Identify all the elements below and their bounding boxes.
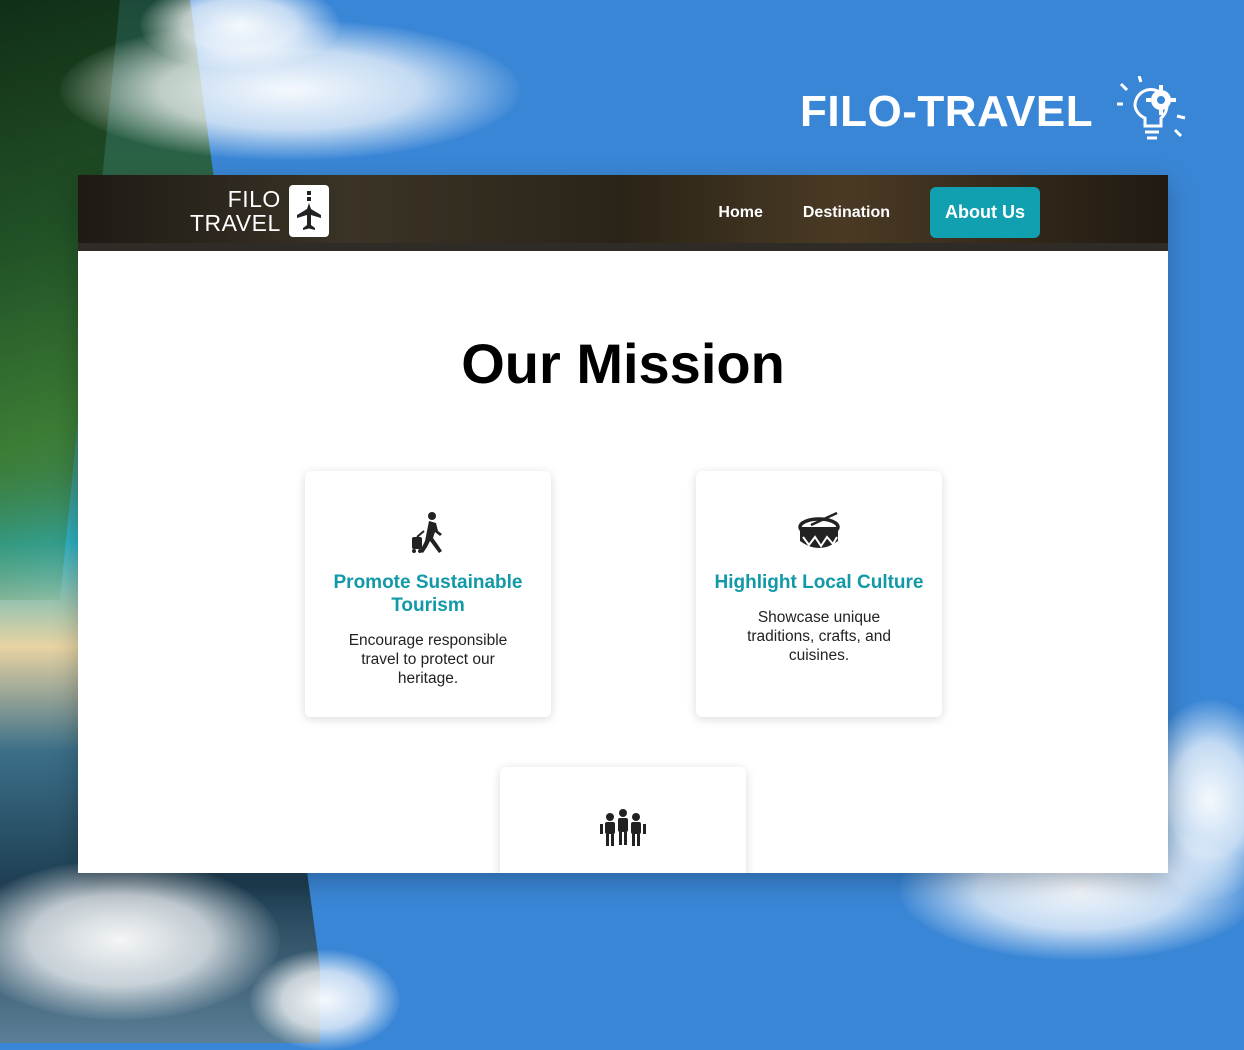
card-title: Highlight Local Culture bbox=[714, 572, 924, 593]
nav-links: Home Destination About Us bbox=[718, 187, 1040, 238]
nav-home-link[interactable]: Home bbox=[718, 204, 762, 222]
mission-card: Highlight Local Culture Showcase unique … bbox=[696, 471, 942, 717]
nav-destination-link[interactable]: Destination bbox=[803, 204, 890, 222]
card-description: Encourage responsible travel to protect … bbox=[348, 632, 508, 687]
mission-card bbox=[500, 767, 746, 873]
airplane-badge-icon bbox=[288, 185, 329, 237]
logo-line-1: FILO bbox=[227, 186, 281, 212]
cloud-decoration bbox=[250, 950, 400, 1050]
card-description: Showcase unique traditions, crafts, and … bbox=[747, 609, 891, 664]
community-people-icon bbox=[600, 809, 646, 846]
card-title: Promote Sustainable Tourism bbox=[333, 572, 523, 616]
navbar: FILO TRAVEL Home Destination About Us bbox=[78, 175, 1168, 251]
page-title: Our Mission bbox=[461, 332, 785, 395]
brand-name: FILO-TRAVEL bbox=[800, 87, 1094, 136]
logo-line-2: TRAVEL bbox=[190, 210, 281, 236]
mission-section: Our Mission Promote Sustainable Tourism … bbox=[78, 251, 1168, 873]
mission-card: Promote Sustainable Tourism Encourage re… bbox=[305, 471, 551, 717]
traveler-with-luggage-icon bbox=[412, 512, 442, 553]
brand-header: FILO-TRAVEL bbox=[800, 76, 1187, 148]
website-window: FILO TRAVEL Home Destination About Us Ou… bbox=[78, 175, 1168, 873]
site-logo[interactable]: FILO TRAVEL bbox=[190, 185, 329, 237]
lightbulb-gear-icon bbox=[1117, 76, 1186, 140]
nav-about-us-button[interactable]: About Us bbox=[930, 187, 1040, 238]
drum-icon bbox=[798, 511, 840, 548]
